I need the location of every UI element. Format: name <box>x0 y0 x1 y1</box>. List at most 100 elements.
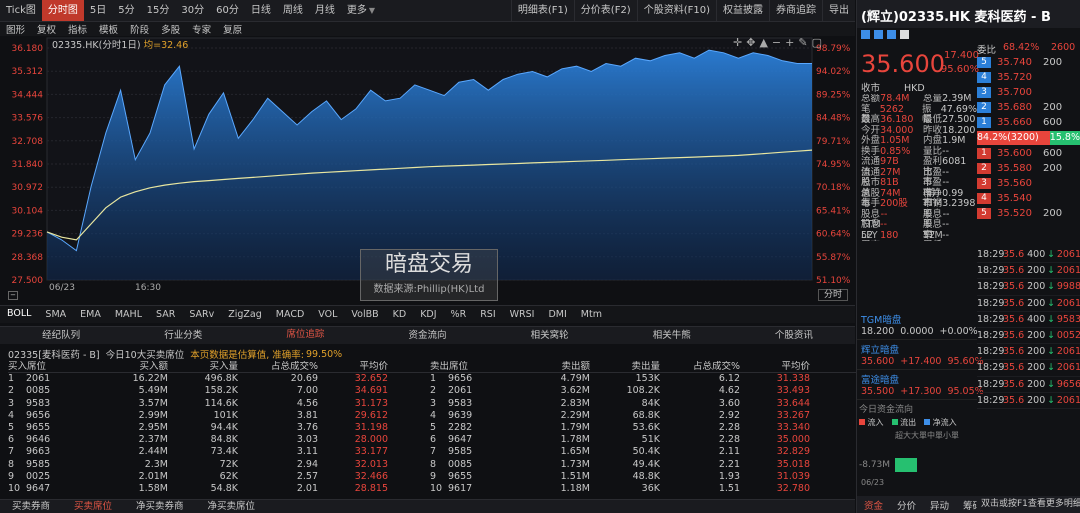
book-level[interactable]: 2 35.580 200 <box>977 161 1080 176</box>
period-tab[interactable]: Tick图 <box>0 0 42 21</box>
toolbar-right-button[interactable]: 分价表(F2) <box>573 0 637 21</box>
table-row[interactable]: 2 0085 5.49M 158.2K 7.00 34.691 <box>8 385 434 397</box>
table-row[interactable]: 1 2061 16.22M 496.8K 20.69 32.652 <box>8 373 434 385</box>
table-row[interactable]: 5 9655 2.95M 94.4K 3.76 31.198 <box>8 422 434 434</box>
info-icon[interactable] <box>861 30 870 39</box>
sub-toolbar-item[interactable]: 指标 <box>62 22 93 36</box>
book-level[interactable]: 5 35.740 200 <box>977 55 1080 70</box>
indicator-tab[interactable]: VolBB <box>344 306 385 323</box>
sub-toolbar-item[interactable]: 多股 <box>155 22 186 36</box>
table-row[interactable]: 6 9646 2.37M 84.8K 3.03 28.000 <box>8 434 434 446</box>
sub-toolbar-item[interactable]: 复权 <box>31 22 62 36</box>
zoom-out-icon[interactable]: − <box>772 36 785 49</box>
indicator-tab[interactable]: KDJ <box>413 306 443 323</box>
book-level[interactable]: 4 35.720 <box>977 70 1080 85</box>
intraday-chart[interactable]: 36.180 98.79% 35.312 94.02% 34.444 89.25% 33.5… <box>0 36 855 302</box>
indicator-tab[interactable]: Mtm <box>574 306 609 323</box>
indicator-tab[interactable]: KD <box>386 306 414 323</box>
table-row[interactable]: 8 0085 1.73M 49.4K 2.21 35.018 <box>430 459 856 471</box>
period-tab[interactable]: 60分 <box>210 0 245 21</box>
book-level[interactable]: 3 35.700 <box>977 85 1080 100</box>
table-row[interactable]: 3 9583 3.57M 114.6K 4.56 31.173 <box>8 398 434 410</box>
sub-toolbar-item[interactable]: 复原 <box>217 22 248 36</box>
analysis-tab[interactable]: 个股资讯 <box>733 327 855 344</box>
panel-tab[interactable]: 分价 <box>890 498 923 512</box>
book-level[interactable]: 3 35.560 <box>977 176 1080 191</box>
indicator-tab[interactable]: VOL <box>311 306 344 323</box>
up-icon[interactable]: ▲ <box>759 36 771 49</box>
analysis-tab[interactable]: 经纪队列 <box>0 327 122 344</box>
analysis-tab[interactable]: 相关窝轮 <box>489 327 611 344</box>
table-row[interactable]: 10 9617 1.18M 36K 1.51 32.780 <box>430 483 856 495</box>
period-tab[interactable]: 5分 <box>112 0 140 21</box>
indicator-tab[interactable]: EMA <box>73 306 108 323</box>
refresh-icon[interactable] <box>874 30 883 39</box>
panel-tab[interactable]: 筹码 <box>956 498 977 512</box>
toolbar-right-button[interactable]: 个股资料(F10) <box>636 0 716 21</box>
edit-icon[interactable]: ✎ <box>798 36 811 49</box>
indicator-tab[interactable]: BOLL <box>0 306 39 323</box>
toolbar-right-button[interactable]: 明细表(F1) <box>510 0 574 21</box>
book-level[interactable]: 1 35.660 600 <box>977 115 1080 130</box>
analysis-tab[interactable]: 相关牛熊 <box>611 327 733 344</box>
indicator-tab[interactable]: SARv <box>182 306 221 323</box>
table-row[interactable]: 2 2061 3.62M 108.2K 4.62 33.493 <box>430 385 856 397</box>
sub-toolbar-item[interactable]: 专家 <box>186 22 217 36</box>
analysis-tab[interactable]: 资金流向 <box>366 327 488 344</box>
panel-tab[interactable]: 异动 <box>923 498 956 512</box>
indicator-tab[interactable]: WRSI <box>503 306 542 323</box>
indicator-tab[interactable]: DMI <box>541 306 573 323</box>
period-tab[interactable]: 周线 <box>277 0 309 21</box>
period-tab[interactable]: 月线 <box>309 0 341 21</box>
table-row[interactable]: 7 9585 1.65M 50.4K 2.11 32.829 <box>430 446 856 458</box>
bottom-tab[interactable]: 买卖券商 <box>0 500 62 513</box>
table-row[interactable]: 8 9585 2.3M 72K 2.94 32.013 <box>8 459 434 471</box>
bottom-tab[interactable]: 净买卖席位 <box>196 500 268 513</box>
indicator-tab[interactable]: RSI <box>473 306 502 323</box>
book-level[interactable]: 2 35.680 200 <box>977 100 1080 115</box>
analysis-tab[interactable]: 席位追踪 <box>244 327 367 344</box>
panel-tab[interactable]: 资金 <box>857 498 890 512</box>
toolbar-right-button[interactable]: 权益披露 <box>716 0 769 21</box>
time-button[interactable]: 分时 <box>818 289 848 301</box>
chevron-down-icon[interactable]: ▼ <box>369 6 375 15</box>
zoom-in-icon[interactable]: + <box>785 36 798 49</box>
table-row[interactable]: 4 9639 2.29M 68.8K 2.92 33.267 <box>430 410 856 422</box>
table-row[interactable]: 9 9655 1.51M 48.8K 1.93 31.039 <box>430 471 856 483</box>
period-tab[interactable]: 分时图 <box>41 0 84 21</box>
period-tab[interactable]: 30分 <box>175 0 210 21</box>
heart-icon[interactable] <box>900 30 909 39</box>
indicator-tab[interactable]: MACD <box>269 306 311 323</box>
indicator-tab[interactable]: SMA <box>38 306 73 323</box>
table-row[interactable]: 4 9656 2.99M 101K 3.81 29.612 <box>8 410 434 422</box>
book-level[interactable]: 4 35.540 <box>977 191 1080 206</box>
table-row[interactable]: 1 9656 4.79M 153K 6.12 31.338 <box>430 373 856 385</box>
analysis-tab[interactable]: 行业分类 <box>122 327 244 344</box>
indicator-tab[interactable]: %R <box>444 306 474 323</box>
crosshair-icon[interactable]: ✛ <box>733 36 746 49</box>
sub-toolbar-item[interactable]: 图形 <box>0 22 31 36</box>
period-tab[interactable]: 5日 <box>84 0 112 21</box>
book-level[interactable]: 5 35.520 200 <box>977 206 1080 221</box>
table-row[interactable]: 10 9647 1.58M 54.8K 2.01 28.815 <box>8 483 434 495</box>
table-row[interactable]: 6 9647 1.78M 51K 2.28 35.000 <box>430 434 856 446</box>
window-icon[interactable]: ▢ <box>812 36 826 49</box>
period-tab[interactable]: 15分 <box>141 0 176 21</box>
table-row[interactable]: 5 2282 1.79M 53.6K 2.28 33.340 <box>430 422 856 434</box>
bottom-tab[interactable]: 净买卖券商 <box>124 500 196 513</box>
book-level[interactable]: 1 35.600 600 <box>977 146 1080 161</box>
table-row[interactable]: 3 9583 2.83M 84K 3.60 33.644 <box>430 398 856 410</box>
sub-toolbar-item[interactable]: 模板 <box>93 22 124 36</box>
period-tab[interactable]: 日线 <box>245 0 277 21</box>
table-row[interactable]: 9 0025 2.01M 62K 2.57 32.466 <box>8 471 434 483</box>
toolbar-right-button[interactable]: 导出 <box>822 0 855 21</box>
dark-pool-item[interactable]: 辉立暗盘 35.600 +17.400 95.60% <box>857 340 984 370</box>
move-icon[interactable]: ✥ <box>746 36 759 49</box>
toolbar-right-button[interactable]: 券商追踪 <box>769 0 822 21</box>
dark-pool-item[interactable]: TGM暗盘 18.200 0.0000 +0.00% <box>857 310 978 340</box>
indicator-tab[interactable]: MAHL <box>108 306 149 323</box>
dark-pool-item[interactable]: 富途暗盘 35.500 +17.300 95.05% <box>857 370 984 400</box>
bottom-tab[interactable]: 买卖席位 <box>62 500 124 513</box>
indicator-tab[interactable]: SAR <box>149 306 182 323</box>
table-row[interactable]: 7 9663 2.44M 73.4K 3.11 33.177 <box>8 446 434 458</box>
